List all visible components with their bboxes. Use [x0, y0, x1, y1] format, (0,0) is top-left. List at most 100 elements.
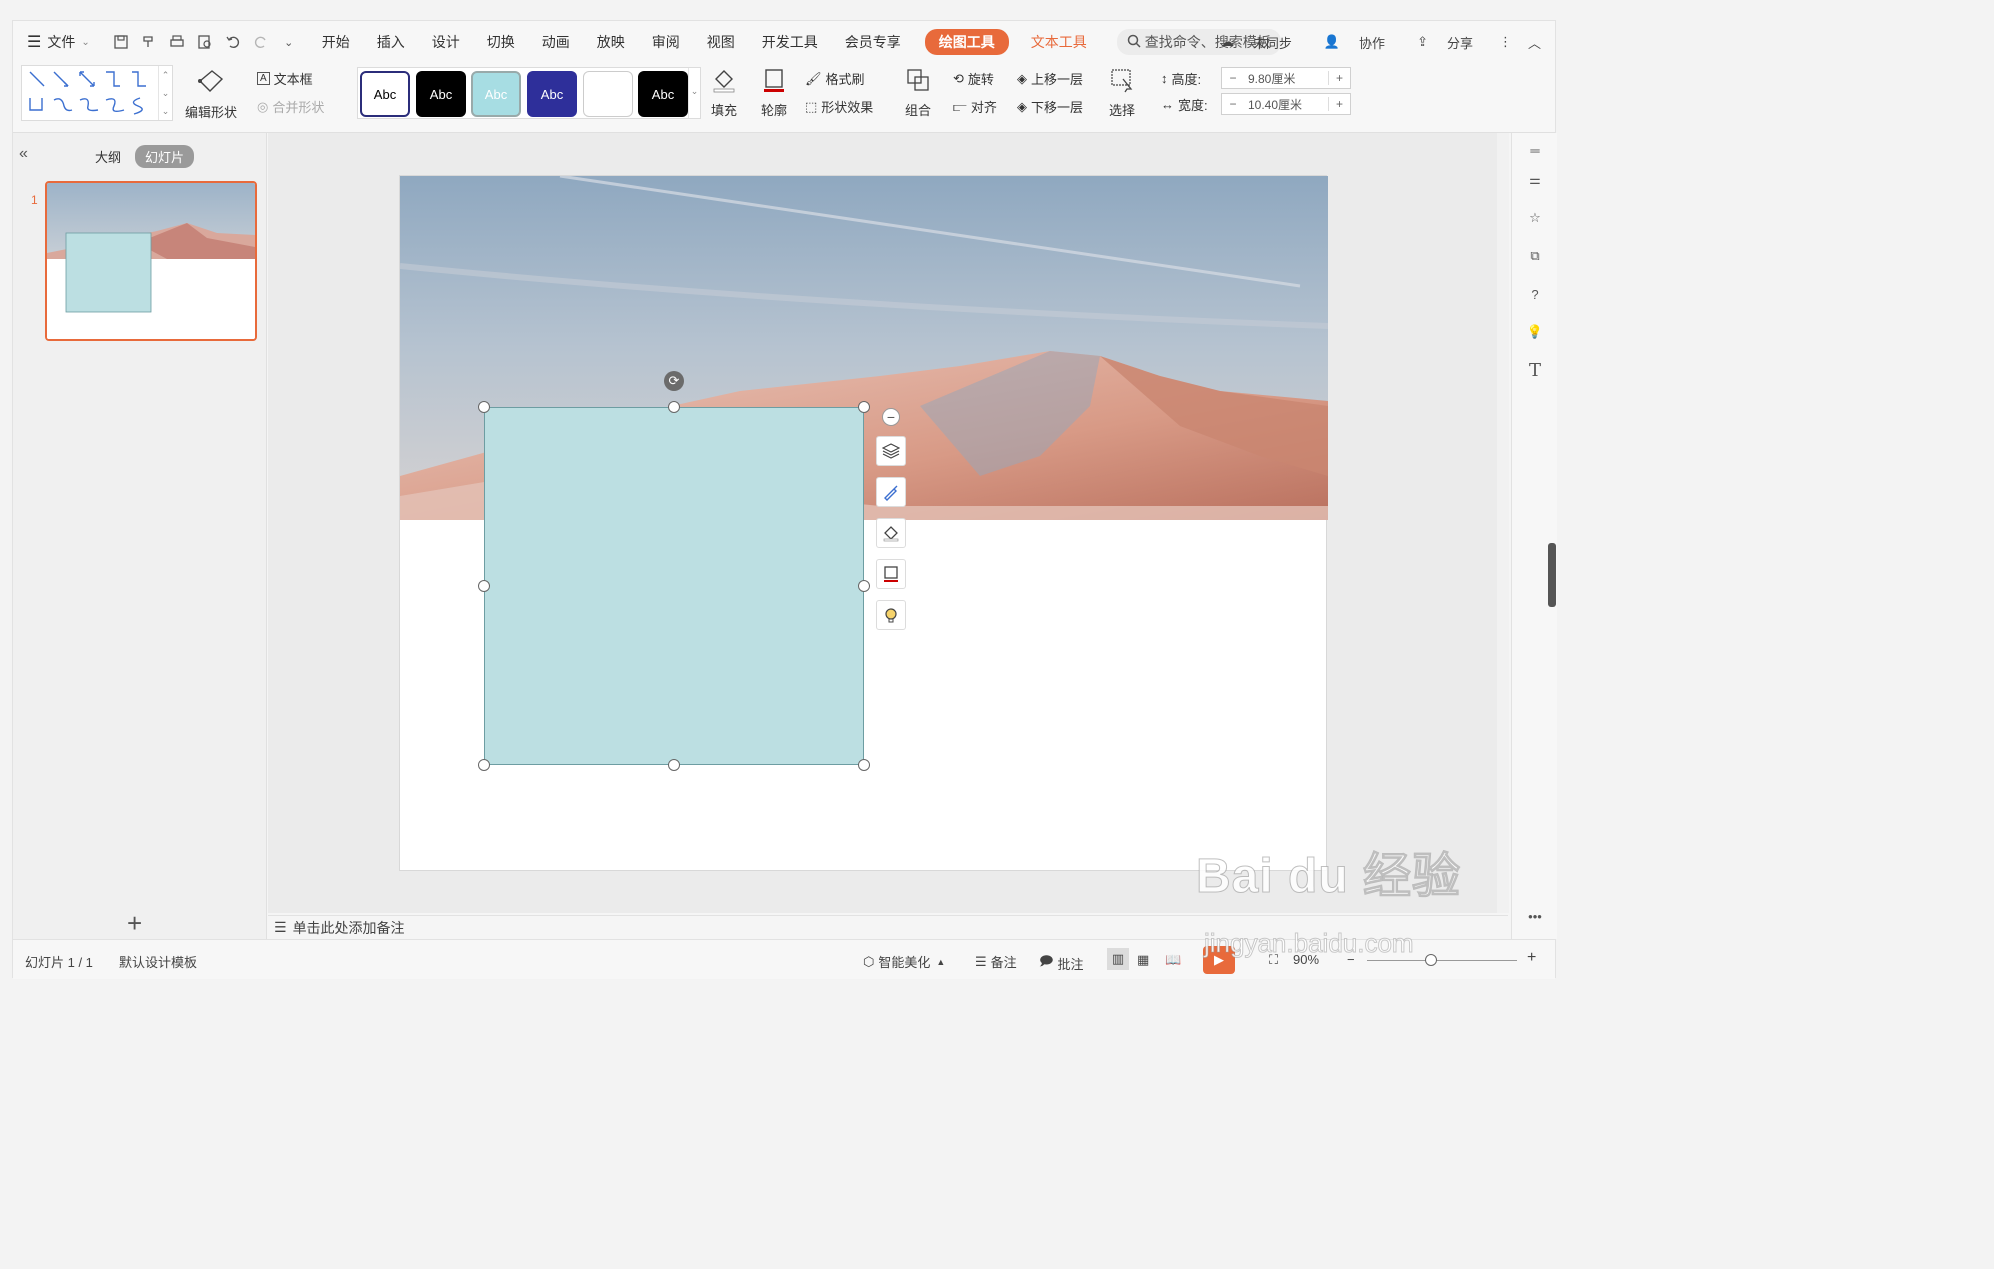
outline-icon[interactable]: [876, 559, 906, 589]
star-icon[interactable]: ☆: [1524, 207, 1546, 229]
save-icon[interactable]: [110, 31, 132, 53]
selected-rectangle-shape[interactable]: [484, 407, 864, 765]
style-swatch-1[interactable]: Abc: [360, 71, 410, 117]
tab-drawing-tools[interactable]: 绘图工具: [924, 29, 1009, 55]
comments-button[interactable]: 🗩 批注: [1039, 952, 1083, 974]
drag-handle-icon[interactable]: ═: [1524, 139, 1546, 161]
lightbulb-icon[interactable]: [876, 600, 906, 630]
notes-icon: ☰: [274, 919, 287, 935]
zoom-slider-thumb[interactable]: [1425, 954, 1437, 966]
group-button[interactable]: 组合: [905, 67, 931, 119]
help-icon[interactable]: ?: [1524, 283, 1546, 305]
tab-animation[interactable]: 动画: [542, 32, 570, 52]
width-decrease-button[interactable]: −: [1222, 97, 1244, 111]
share-button[interactable]: ⇪ 分享: [1401, 33, 1473, 52]
merge-shape-button[interactable]: ◎ 合并形状: [257, 97, 324, 116]
width-value[interactable]: 10.40厘米: [1244, 96, 1328, 113]
tab-developer[interactable]: 开发工具: [762, 32, 818, 52]
tab-slideshow[interactable]: 放映: [597, 32, 625, 52]
copy-icon[interactable]: ⧉: [1524, 245, 1546, 267]
add-slide-button[interactable]: +: [127, 908, 142, 939]
reading-view-icon[interactable]: 📖: [1165, 952, 1181, 968]
zoom-slider[interactable]: [1367, 954, 1517, 966]
height-value[interactable]: 9.80厘米: [1244, 70, 1328, 87]
format-painter-icon[interactable]: [138, 31, 160, 53]
collab-button[interactable]: 👤 协作: [1308, 33, 1385, 52]
style-swatch-3[interactable]: Abc: [471, 71, 521, 117]
style-swatch-6[interactable]: Abc: [638, 71, 688, 117]
width-field[interactable]: − 10.40厘米 +: [1221, 93, 1351, 115]
fill-bucket-icon[interactable]: [876, 518, 906, 548]
normal-view-icon[interactable]: ▥: [1107, 948, 1129, 970]
tab-home[interactable]: 开始: [322, 32, 350, 52]
resize-handle-top[interactable]: [668, 401, 680, 413]
fill-button[interactable]: 填充: [711, 67, 737, 119]
tab-review[interactable]: 审阅: [652, 32, 680, 52]
customize-toolbar-icon[interactable]: ⌄: [278, 31, 300, 53]
width-increase-button[interactable]: +: [1328, 97, 1350, 111]
tab-member[interactable]: 会员专享: [845, 32, 901, 52]
resize-handle-left[interactable]: [478, 580, 490, 592]
align-button[interactable]: ⫍ 对齐: [953, 97, 997, 116]
print-preview-icon[interactable]: [194, 31, 216, 53]
notes-toggle-button[interactable]: ☰ 备注: [975, 952, 1017, 971]
resize-handle-top-left[interactable]: [478, 401, 490, 413]
sync-status[interactable]: ☁ 未同步: [1205, 33, 1292, 52]
resize-handle-right[interactable]: [858, 580, 870, 592]
smart-beautify-button[interactable]: ⬡ 智能美化 ▲: [863, 952, 945, 971]
rotate-handle-icon[interactable]: ⟳: [664, 371, 684, 391]
shape-effect-button[interactable]: ⬚ 形状效果: [805, 97, 873, 116]
tab-transition[interactable]: 切换: [487, 32, 515, 52]
tab-slides[interactable]: 幻灯片: [135, 145, 195, 168]
collapse-toolbar-icon[interactable]: −: [882, 408, 900, 426]
bring-forward-button[interactable]: ◈ 上移一层: [1017, 69, 1083, 88]
style-gallery-scroll[interactable]: ⌄: [688, 68, 700, 118]
lightbulb-icon[interactable]: 💡: [1524, 321, 1546, 343]
style-swatch-4[interactable]: Abc: [527, 71, 577, 117]
tab-insert[interactable]: 插入: [377, 32, 405, 52]
tab-view[interactable]: 视图: [707, 32, 735, 52]
print-icon[interactable]: [166, 31, 188, 53]
select-button[interactable]: 选择: [1109, 67, 1135, 119]
zoom-in-icon[interactable]: +: [1527, 949, 1536, 967]
collapse-ribbon-icon[interactable]: ︿: [1528, 33, 1541, 52]
template-name[interactable]: 默认设计模板: [119, 952, 197, 971]
more-icon[interactable]: ⋮: [1499, 34, 1512, 50]
slide-thumbnail[interactable]: [45, 181, 257, 341]
format-painter-button[interactable]: 🖌 格式刷: [805, 69, 865, 88]
sliders-icon[interactable]: ⚌: [1524, 169, 1546, 191]
grid-view-icon[interactable]: ▦: [1137, 952, 1149, 968]
height-decrease-button[interactable]: −: [1222, 71, 1244, 85]
textbox-button[interactable]: A 文本框: [257, 69, 313, 88]
smart-beautify-label: 智能美化: [878, 955, 931, 970]
text-icon[interactable]: T: [1524, 359, 1546, 381]
slide[interactable]: ⟳ −: [399, 175, 1328, 871]
rotate-button[interactable]: ⟲ 旋转: [953, 69, 994, 88]
redo-icon[interactable]: [250, 31, 272, 53]
height-increase-button[interactable]: +: [1328, 71, 1350, 85]
resize-handle-bottom[interactable]: [668, 759, 680, 771]
tab-outline[interactable]: 大纲: [95, 147, 121, 166]
send-backward-button[interactable]: ◈ 下移一层: [1017, 97, 1083, 116]
style-swatch-5[interactable]: [583, 71, 633, 117]
send-backward-label: 下移一层: [1031, 100, 1084, 115]
resize-handle-bottom-left[interactable]: [478, 759, 490, 771]
edit-shape-button[interactable]: 编辑形状: [185, 69, 237, 121]
outline-button[interactable]: 轮廓: [761, 67, 787, 119]
resize-handle-top-right[interactable]: [858, 401, 870, 413]
collapse-panel-icon[interactable]: «: [19, 145, 28, 163]
layers-icon[interactable]: [876, 436, 906, 466]
more-horizontal-icon[interactable]: •••: [1524, 905, 1546, 927]
vertical-scrollbar[interactable]: [1497, 133, 1509, 913]
resize-handle-bottom-right[interactable]: [858, 759, 870, 771]
select-icon: [1109, 67, 1135, 96]
undo-icon[interactable]: [222, 31, 244, 53]
file-menu[interactable]: ☰ 文件 ⌄: [27, 32, 90, 52]
line-shapes-gallery[interactable]: ⌃ ⌄ ⌄: [21, 65, 173, 121]
tab-text-tools[interactable]: 文本工具: [1031, 32, 1087, 52]
style-brush-icon[interactable]: [876, 477, 906, 507]
height-field[interactable]: − 9.80厘米 +: [1221, 67, 1351, 89]
tab-design[interactable]: 设计: [432, 32, 460, 52]
side-scroll-handle[interactable]: [1548, 543, 1556, 607]
style-swatch-2[interactable]: Abc: [416, 71, 466, 117]
